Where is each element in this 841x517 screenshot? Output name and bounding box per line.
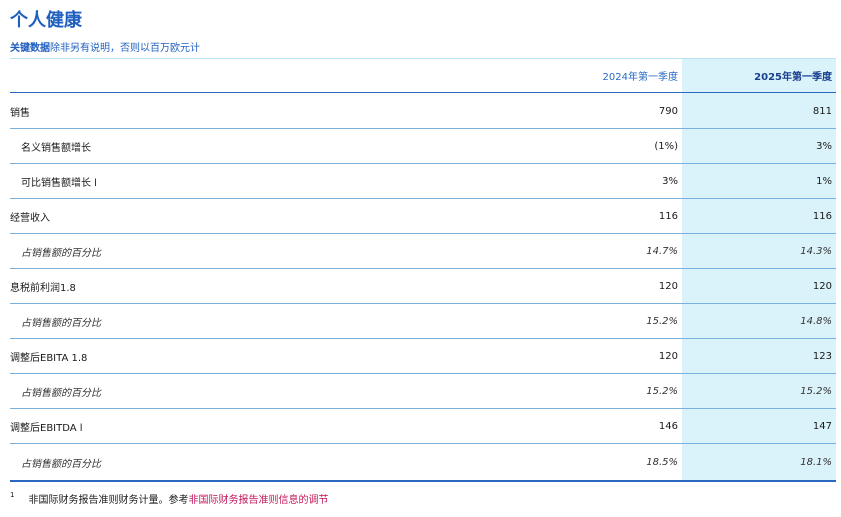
row-label: 调整后EBITDA l: [10, 422, 83, 434]
footnote: 1 非国际财务报告准则财务计量。参考非国际财务报告准则信息的调节: [10, 491, 328, 506]
row-label: 调整后EBITA 1.8: [10, 352, 88, 364]
value-2024: 116: [658, 210, 678, 222]
value-2025: 123: [812, 350, 832, 362]
value-2025: 18.1%: [800, 456, 832, 468]
table-row: 销售 790 811: [10, 94, 836, 129]
header-2024-q1: 2024年第一季度: [602, 71, 678, 83]
subtitle-key-data: 关键数据: [10, 43, 50, 54]
header-2025-q1: 2025年第一季度: [754, 71, 832, 83]
table-row: 经营收入 116 116: [10, 199, 836, 234]
row-label: 息税前利润1.8: [10, 282, 76, 294]
row-label: 占销售额的百分比: [21, 387, 101, 399]
value-2025: 15.2%: [800, 385, 832, 397]
page-title: 个人健康: [10, 10, 82, 31]
value-2024: 120: [658, 350, 678, 362]
value-2025: 14.3%: [800, 245, 832, 257]
value-2024: 146: [658, 420, 678, 432]
value-2024: 790: [658, 105, 678, 117]
value-2024: 18.5%: [646, 456, 678, 468]
value-2024: 14.7%: [646, 245, 678, 257]
row-label: 名义销售额增长: [21, 142, 91, 154]
value-2024: 120: [658, 280, 678, 292]
table-row: 占销售额的百分比 14.7% 14.3%: [10, 234, 836, 269]
row-label: 占销售额的百分比: [21, 247, 101, 259]
value-2024: 15.2%: [646, 385, 678, 397]
value-2024: (1%): [654, 140, 678, 152]
row-label: 占销售额的百分比: [21, 317, 101, 329]
value-2025: 1%: [816, 175, 832, 187]
subtitle-note: 除非另有说明，否则以百万欧元计: [50, 43, 200, 54]
value-2025: 14.8%: [800, 315, 832, 327]
value-2024: 3%: [662, 175, 678, 187]
value-2025: 811: [812, 105, 832, 117]
value-2025: 147: [812, 420, 832, 432]
value-2025: 3%: [816, 140, 832, 152]
row-label: 经营收入: [10, 212, 50, 224]
table-row: 息税前利润1.8 120 120: [10, 269, 836, 304]
value-2025: 116: [812, 210, 832, 222]
value-2024: 15.2%: [646, 315, 678, 327]
table-row: 占销售额的百分比 18.5% 18.1%: [10, 444, 836, 482]
page-subtitle: 关键数据除非另有说明，否则以百万欧元计: [10, 39, 200, 54]
table-row: 占销售额的百分比 15.2% 14.8%: [10, 304, 836, 339]
value-2025: 120: [812, 280, 832, 292]
footnote-marker: 1: [10, 491, 15, 499]
footnote-link[interactable]: 非国际财务报告准则信息的调节: [188, 495, 328, 506]
table-header-row: 2024年第一季度 2025年第一季度: [10, 58, 836, 93]
table-row: 可比销售额增长 l 3% 1%: [10, 164, 836, 199]
table-row: 占销售额的百分比 15.2% 15.2%: [10, 374, 836, 409]
row-label: 可比销售额增长 l: [21, 177, 97, 189]
table-row: 调整后EBITA 1.8 120 123: [10, 339, 836, 374]
footnote-text: 非国际财务报告准则财务计量。参考: [28, 495, 189, 506]
table-row: 调整后EBITDA l 146 147: [10, 409, 836, 444]
row-label: 销售: [10, 107, 30, 119]
row-label: 占销售额的百分比: [21, 458, 101, 470]
table-row: 名义销售额增长 (1%) 3%: [10, 129, 836, 164]
